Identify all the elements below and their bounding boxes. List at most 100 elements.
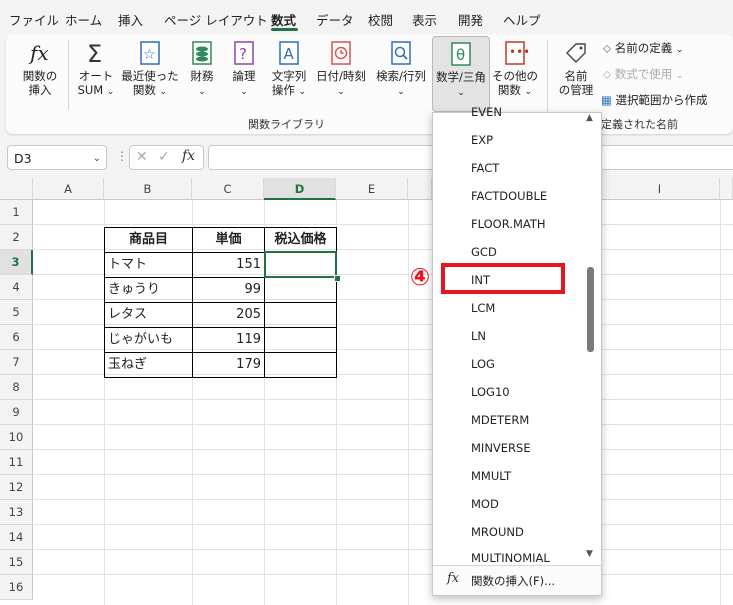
function-item-mod[interactable]: MOD: [471, 497, 499, 511]
header-cell-tax-price[interactable]: 税込価格: [265, 227, 336, 252]
menu-formulas[interactable]: 数式: [271, 10, 296, 29]
row-header-8[interactable]: 8: [0, 375, 33, 400]
math-trig-button[interactable]: θ 数学/三角 ⌄: [432, 36, 490, 112]
function-item-lcm[interactable]: LCM: [471, 301, 495, 315]
header-cell-price[interactable]: 単価: [193, 227, 264, 252]
menu-home[interactable]: ホーム: [65, 10, 102, 29]
chevron-down-icon[interactable]: ⌄: [93, 146, 101, 171]
header-cell-product[interactable]: 商品目: [105, 227, 192, 252]
function-item-multinomial[interactable]: MULTINOMIAL: [471, 551, 550, 564]
scrollbar-thumb[interactable]: [587, 267, 594, 352]
row-header-13[interactable]: 13: [0, 500, 33, 525]
active-cell-d3[interactable]: [264, 251, 337, 278]
function-item-log[interactable]: LOG: [471, 357, 495, 371]
menu-page-layout[interactable]: ページ レイアウト: [164, 10, 268, 29]
product-cell[interactable]: きゅうり: [108, 277, 192, 302]
row-header-3[interactable]: 3: [0, 250, 33, 275]
function-item-gcd[interactable]: GCD: [471, 245, 497, 259]
function-item-floor-math[interactable]: FLOOR.MATH: [471, 217, 546, 231]
insert-function-fx-icon[interactable]: fx: [182, 148, 195, 164]
active-tab-indicator: [271, 28, 298, 31]
lookup-reference-button[interactable]: 検索/行列 ⌄: [372, 36, 430, 110]
create-from-selection-button[interactable]: ▦ 選択範囲から作成: [601, 92, 708, 108]
row-header-10[interactable]: 10: [0, 425, 33, 450]
financial-button[interactable]: 財務 ⌄: [184, 36, 220, 110]
date-time-button[interactable]: 日付/時刻 ⌄: [312, 36, 370, 110]
function-item-mdeterm[interactable]: MDETERM: [471, 413, 529, 427]
function-item-mround[interactable]: MROUND: [471, 525, 524, 539]
function-item-mmult[interactable]: MMULT: [471, 469, 511, 483]
scroll-up-icon[interactable]: ▲: [586, 113, 593, 123]
column-header-next[interactable]: [720, 178, 733, 200]
column-header-c[interactable]: C: [192, 178, 264, 200]
column-header-a[interactable]: A: [33, 178, 104, 200]
column-header-i[interactable]: I: [600, 178, 720, 200]
row-header-16[interactable]: 16: [0, 575, 33, 600]
function-item-ln[interactable]: LN: [471, 329, 486, 343]
autosum-label-2: SUM: [77, 83, 104, 97]
function-item-exp[interactable]: EXP: [471, 133, 493, 147]
menu-developer[interactable]: 開発: [458, 10, 483, 29]
menu-help[interactable]: ヘルプ: [503, 10, 541, 29]
row-header-5[interactable]: 5: [0, 300, 33, 325]
product-cell[interactable]: 玉ねぎ: [108, 352, 192, 377]
column-header-b[interactable]: B: [104, 178, 192, 200]
menu-view[interactable]: 表示: [412, 10, 437, 29]
chevron-down-icon: ⌄: [337, 87, 345, 97]
row-header-15[interactable]: 15: [0, 550, 33, 575]
insert-function-button[interactable]: fx 関数の 挿入: [18, 36, 62, 110]
price-cell[interactable]: 119: [193, 327, 261, 352]
product-cell[interactable]: トマト: [108, 252, 192, 277]
price-cell[interactable]: 151: [193, 252, 261, 277]
function-item-fact[interactable]: FACT: [471, 161, 499, 175]
logical-button[interactable]: ? 論理 ⌄: [226, 36, 262, 110]
more-functions-icon: •••: [505, 41, 528, 65]
price-cell[interactable]: 205: [193, 302, 261, 327]
row-header-2[interactable]: 2: [0, 225, 33, 250]
row-header-6[interactable]: 6: [0, 325, 33, 350]
function-item-minverse[interactable]: MINVERSE: [471, 441, 531, 455]
function-item-partial[interactable]: EVEN: [471, 106, 502, 118]
menu-review[interactable]: 校閲: [368, 10, 393, 29]
column-header-d[interactable]: D: [264, 178, 336, 200]
name-box[interactable]: D3 ⌄: [7, 145, 107, 170]
menu-insert[interactable]: 挿入: [118, 10, 143, 29]
column-header-hidden[interactable]: [408, 178, 432, 200]
more-functions-button[interactable]: ••• その他の 関数 ⌄: [490, 36, 540, 110]
name-manager-button[interactable]: 名前 の管理: [554, 36, 598, 110]
row-header-9[interactable]: 9: [0, 400, 33, 425]
row-header-11[interactable]: 11: [0, 450, 33, 475]
autosum-button[interactable]: Σ オート SUM ⌄: [74, 36, 118, 110]
scroll-down-icon[interactable]: ▼: [586, 549, 593, 559]
define-name-button[interactable]: ⬦ 名前の定義 ⌄: [603, 40, 683, 56]
insert-function-menu-item[interactable]: fx 関数の挿入(F)...: [433, 565, 601, 595]
function-item-factdouble[interactable]: FACTDOUBLE: [471, 189, 547, 203]
enter-check-icon[interactable]: ✓: [158, 149, 170, 165]
name-box-value: D3: [14, 151, 32, 166]
product-cell[interactable]: じゃがいも: [108, 327, 192, 352]
function-item-log10[interactable]: LOG10: [471, 385, 510, 399]
row-header-12[interactable]: 12: [0, 475, 33, 500]
product-cell[interactable]: レタス: [108, 302, 192, 327]
use-in-formula-button[interactable]: ⬦ 数式で使用 ⌄: [603, 66, 683, 82]
worksheet-grid[interactable]: A B C D E I 1 2 3 4 5 6 7 8 9 10 11 12 1…: [0, 178, 733, 605]
gridline: [33, 499, 733, 500]
recently-used-button[interactable]: ☆ 最近使った 関数 ⌄: [120, 36, 180, 110]
price-cell[interactable]: 99: [193, 277, 261, 302]
menu-file[interactable]: ファイル: [9, 10, 59, 29]
column-header-e[interactable]: E: [336, 178, 408, 200]
menu-data[interactable]: データ: [316, 10, 354, 29]
question-icon: ?: [234, 41, 254, 65]
chevron-down-icon: ⌄: [457, 88, 465, 98]
select-all-corner[interactable]: [0, 178, 33, 200]
more-options-icon[interactable]: ⋮: [116, 149, 128, 163]
row-header-14[interactable]: 14: [0, 525, 33, 550]
row-header-4[interactable]: 4: [0, 275, 33, 300]
text-button[interactable]: A 文字列 操作 ⌄: [267, 36, 311, 110]
row-header-7[interactable]: 7: [0, 350, 33, 375]
cancel-icon[interactable]: ✕: [136, 149, 148, 165]
row-header-1[interactable]: 1: [0, 200, 33, 225]
fill-handle[interactable]: [334, 275, 341, 282]
price-cell[interactable]: 179: [193, 352, 261, 377]
chevron-down-icon: ⌄: [397, 87, 405, 97]
